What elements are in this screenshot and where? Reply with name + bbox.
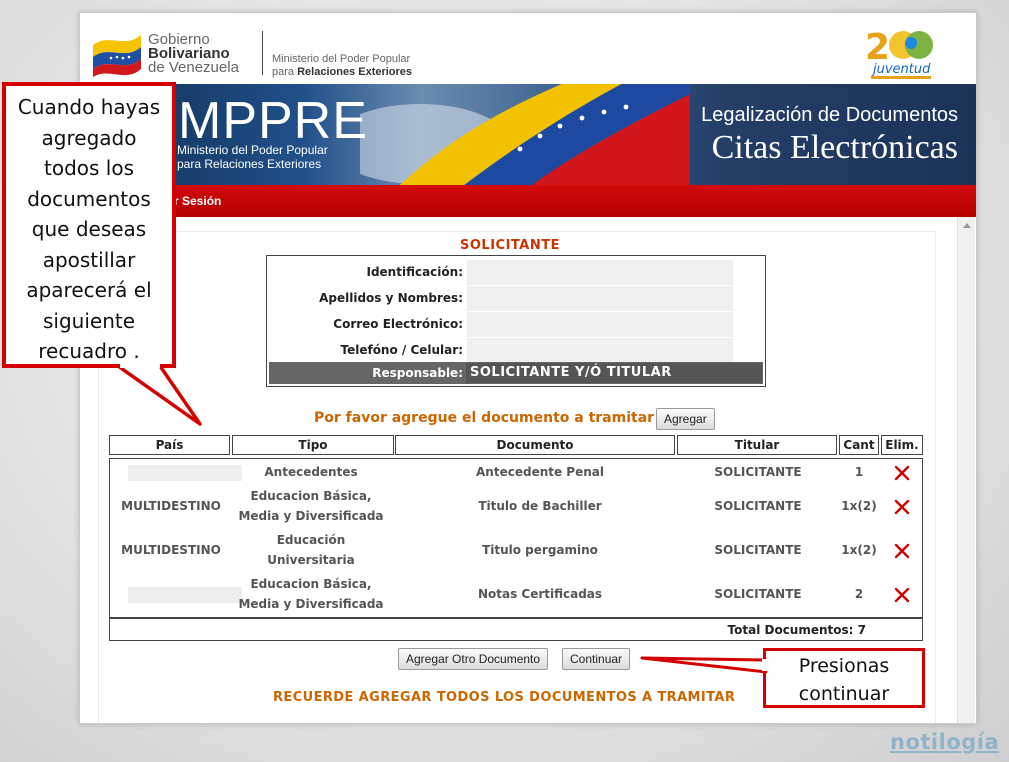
ministry-name: Ministerio del Poder Popular para Relaci…	[272, 53, 412, 79]
pais-redacted	[128, 587, 242, 603]
callout-line: apostillar	[42, 247, 136, 272]
callout-line: Cuando hayas	[17, 95, 161, 119]
cell-tipo-line-2: Media y Diversificada	[238, 509, 384, 523]
cell-documento: Notas Certificadas	[477, 587, 603, 601]
cell-pais: MULTIDESTINO	[121, 543, 221, 557]
cell-documento: Antecedente Penal	[476, 465, 604, 479]
field-value-redacted	[467, 338, 733, 363]
nav-bar: r Sesión	[80, 185, 976, 217]
banner-subtitle-line-1: Ministerio del Poder Popular	[177, 143, 328, 157]
cell-tipo-line-2: Universitaria	[267, 553, 355, 567]
solicitante-title: SOLICITANTE	[460, 238, 560, 253]
field-label: Telefóno / Celular:	[340, 343, 463, 357]
solicitante-card: Identificación: Apellidos y Nombres: Cor…	[266, 255, 766, 387]
gov-line-3: de Venezuela	[148, 59, 239, 76]
responsable-row: Responsable: SOLICITANTE Y/Ó TITULAR	[269, 362, 763, 384]
documents-table-body: Antecedentes Antecedente Penal SOLICITAN…	[109, 458, 923, 618]
vertical-scrollbar[interactable]	[957, 217, 975, 723]
total-documents-row: Total Documentos: 7	[109, 618, 923, 641]
banner-service-subtitle: Citas Electrónicas	[711, 129, 958, 166]
add-other-document-button[interactable]: Agregar Otro Documento	[398, 648, 549, 670]
scroll-up-arrow-icon[interactable]	[963, 223, 971, 228]
cell-tipo-line-1: Educacion Básica,	[250, 577, 372, 591]
cell-titular: SOLICITANTE	[714, 465, 802, 479]
add-button[interactable]: Agregar	[656, 408, 715, 430]
banner-subtitle-line-2: para Relaciones Exteriores	[177, 157, 322, 171]
ministry-line-1: Ministerio del Poder Popular	[272, 53, 411, 65]
venezuela-flag-logo	[93, 35, 141, 77]
cell-cant: 2	[854, 587, 864, 601]
cell-titular: SOLICITANTE	[714, 587, 802, 601]
banner-subtitle: Ministerio del Poder Popular para Relaci…	[177, 143, 328, 171]
field-value-redacted	[467, 260, 733, 285]
field-row: Correo Electrónico:	[267, 312, 765, 338]
cell-documento: Titulo de Bachiller	[478, 499, 602, 513]
field-value-redacted	[467, 286, 733, 311]
column-header-documento: Documento	[395, 435, 675, 455]
government-logo-text: Gobierno Bolivariano de Venezuela	[148, 32, 239, 76]
banner-title: MPPRE	[178, 92, 368, 150]
callout-line: documentos	[27, 186, 151, 211]
responsable-value: SOLICITANTE Y/Ó TITULAR	[466, 363, 762, 383]
cell-pais: MULTIDESTINO	[121, 499, 221, 513]
cell-titular: SOLICITANTE	[714, 499, 802, 513]
field-label: Correo Electrónico:	[333, 317, 463, 331]
bicentenario-juventud-logo: 2 juventud	[865, 27, 933, 79]
cell-cant: 1x(2)	[841, 543, 877, 557]
field-row: Identificación:	[267, 260, 765, 286]
reminder-text: RECUERDE AGREGAR TODOS LOS DOCUMENTOS A …	[273, 690, 736, 705]
ministry-line-2-prefix: para	[272, 66, 295, 78]
total-documents: Total Documentos: 7	[727, 623, 866, 637]
cell-tipo-line-1: Educación	[276, 533, 346, 547]
logo-text: juventud	[871, 62, 931, 77]
logout-link[interactable]: r Sesión	[174, 194, 221, 208]
pais-redacted	[128, 465, 242, 481]
callout-line: continuar	[798, 683, 890, 705]
delete-x-icon[interactable]	[892, 585, 912, 605]
field-row: Apellidos y Nombres:	[267, 286, 765, 312]
field-label: Apellidos y Nombres:	[319, 291, 463, 305]
header-divider	[262, 31, 263, 75]
callout-line: agregado	[41, 125, 137, 150]
cell-documento: Titulo pergamino	[482, 543, 598, 557]
banner-service-title: Legalización de Documentos	[701, 104, 958, 126]
mppre-banner: MPPRE Ministerio del Poder Popular para …	[80, 84, 976, 185]
field-row: Telefóno / Celular:	[267, 338, 765, 364]
browser-page: Gobierno Bolivariano de Venezuela Minist…	[79, 12, 977, 724]
column-header-cant: Cant	[839, 435, 879, 455]
callout-line: recuadro .	[38, 339, 140, 363]
column-header-elim: Elim.	[881, 435, 923, 455]
delete-x-icon[interactable]	[892, 541, 912, 561]
field-label: Identificación:	[366, 265, 463, 279]
ministry-line-2: para Relaciones Exteriores	[272, 66, 412, 79]
add-document-prompt: Por favor agregue el documento a tramita…	[314, 410, 655, 426]
cell-tipo-line-1: Educacion Básica,	[250, 489, 372, 503]
cell-cant: 1	[854, 465, 864, 479]
callout-line: Presionas	[798, 655, 890, 677]
callout-line: aparecerá el	[26, 278, 152, 302]
field-value-redacted	[467, 312, 733, 337]
callout-line: siguiente	[42, 308, 136, 333]
banner-flag-image	[360, 84, 690, 185]
column-header-titular: Titular	[677, 435, 837, 455]
continue-button[interactable]: Continuar	[562, 648, 631, 670]
cell-tipo-line-2: Media y Diversificada	[238, 597, 384, 611]
callout-line: todos los	[44, 156, 134, 180]
delete-x-icon[interactable]	[892, 497, 912, 517]
delete-x-icon[interactable]	[892, 463, 912, 483]
government-header: Gobierno Bolivariano de Venezuela Minist…	[80, 13, 976, 84]
cell-titular: SOLICITANTE	[714, 543, 802, 557]
column-header-pais: País	[109, 435, 230, 455]
responsable-label: Responsable:	[372, 366, 463, 380]
watermark: notilogía	[890, 730, 1000, 754]
instruction-callout: Cuando hayas agregado todos los document…	[2, 82, 176, 368]
cell-tipo: Antecedentes	[264, 465, 358, 479]
column-header-tipo: Tipo	[232, 435, 394, 455]
continue-callout: Presionas continuar	[763, 648, 925, 708]
callout-line: que deseas	[31, 217, 147, 241]
cell-cant: 1x(2)	[841, 499, 877, 513]
ministry-line-2-bold: Relaciones Exteriores	[297, 66, 413, 78]
